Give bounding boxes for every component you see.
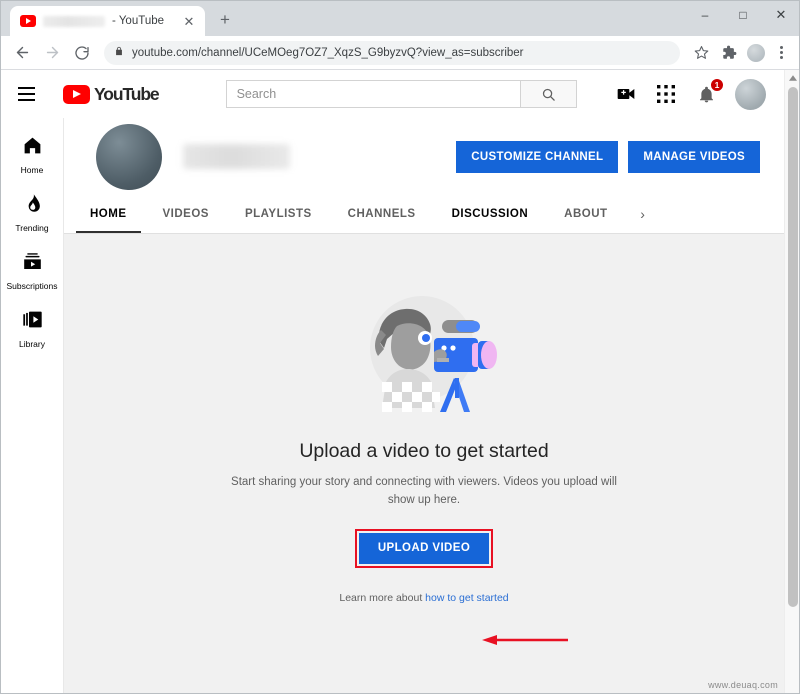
browser-window: - YouTube ✕ + – □ ✕ youtube.com/channel/…	[0, 0, 800, 694]
browser-profile-avatar[interactable]	[747, 43, 765, 62]
flame-icon	[22, 193, 43, 219]
channel-tabs: HOME VIDEOS PLAYLISTS CHANNELS DISCUSSIO…	[64, 195, 784, 234]
tab-title-text: - YouTube	[112, 15, 165, 27]
tab-videos[interactable]: VIDEOS	[145, 195, 227, 233]
browser-titlebar: - YouTube ✕ + – □ ✕	[0, 0, 800, 36]
close-window-button[interactable]: ✕	[762, 0, 800, 30]
browser-tab-youtube[interactable]: - YouTube ✕	[10, 6, 205, 36]
subscriptions-icon	[22, 251, 43, 277]
apps-grid-icon[interactable]	[655, 83, 677, 105]
search-button[interactable]	[519, 80, 577, 108]
youtube-favicon-icon	[20, 15, 36, 27]
new-tab-button[interactable]: +	[211, 6, 239, 34]
sidebar-item-library[interactable]: Library	[0, 300, 64, 358]
sidebar-label-home: Home	[20, 165, 44, 176]
upload-illustration	[342, 286, 507, 414]
bookmark-star-icon[interactable]	[688, 40, 714, 66]
notifications-bell-icon[interactable]: 1	[695, 78, 724, 105]
sidebar-label-library: Library	[19, 339, 45, 350]
youtube-guide-sidebar: Home Trending Subscriptions Library	[0, 118, 64, 694]
extensions-puzzle-icon[interactable]	[716, 40, 742, 66]
create-video-icon[interactable]	[615, 83, 637, 105]
sidebar-item-subscriptions[interactable]: Subscriptions	[0, 242, 64, 300]
browser-toolbar: youtube.com/channel/UCeMOeg7OZ7_XqzS_G9b…	[0, 36, 800, 70]
manage-videos-button[interactable]: MANAGE VIDEOS	[628, 140, 760, 173]
forward-button	[38, 39, 66, 67]
library-icon	[22, 309, 43, 335]
window-controls: – □ ✕	[686, 0, 800, 36]
sidebar-item-trending[interactable]: Trending	[0, 184, 64, 242]
close-tab-icon[interactable]: ✕	[181, 15, 197, 28]
empty-state-title: Upload a video to get started	[299, 440, 549, 462]
learn-more-text: Learn more about how to get started	[339, 592, 508, 604]
url-text: youtube.com/channel/UCeMOeg7OZ7_XqzS_G9b…	[132, 46, 524, 59]
account-avatar[interactable]	[735, 78, 766, 110]
channel-content: CUSTOMIZE CHANNEL MANAGE VIDEOS HOME VID…	[64, 118, 784, 694]
learn-more-prefix: Learn more about	[339, 591, 426, 604]
how-to-get-started-link[interactable]: how to get started	[425, 592, 508, 604]
tab-playlists[interactable]: PLAYLISTS	[227, 195, 330, 233]
reload-button[interactable]	[68, 39, 96, 67]
channel-avatar	[96, 123, 162, 190]
page-viewport: YouTube Search 1 Home Trending Subscript…	[0, 70, 800, 694]
back-button[interactable]	[8, 39, 36, 67]
tab-channels[interactable]: CHANNELS	[330, 195, 434, 233]
sidebar-item-home[interactable]: Home	[0, 126, 64, 184]
page-scrollbar[interactable]	[784, 70, 800, 694]
browser-menu-icon[interactable]	[770, 46, 792, 59]
youtube-play-icon	[63, 84, 90, 104]
channel-header: CUSTOMIZE CHANNEL MANAGE VIDEOS	[64, 118, 784, 195]
search-area: Search	[225, 80, 577, 108]
masthead-actions: 1	[615, 78, 770, 110]
customize-channel-button[interactable]: CUSTOMIZE CHANNEL	[456, 140, 619, 173]
notification-badge: 1	[710, 78, 724, 92]
upload-video-button[interactable]: UPLOAD VIDEO	[358, 532, 490, 564]
empty-state-subtitle: Start sharing your story and connecting …	[231, 476, 617, 506]
empty-state-body: Upload a video to get started Start shar…	[64, 234, 784, 694]
sidebar-label-trending: Trending	[15, 223, 49, 234]
tab-strip: - YouTube ✕ +	[0, 0, 239, 36]
sidebar-label-subscriptions: Subscriptions	[6, 281, 58, 292]
address-bar[interactable]: youtube.com/channel/UCeMOeg7OZ7_XqzS_G9b…	[104, 40, 680, 65]
youtube-masthead: YouTube Search 1	[0, 70, 784, 118]
youtube-logo[interactable]: YouTube	[63, 83, 160, 105]
watermark-text: www.deuaq.com	[708, 680, 778, 690]
channel-name-redacted	[183, 144, 290, 169]
tab-home[interactable]: HOME	[72, 195, 145, 233]
tab-discussion[interactable]: DISCUSSION	[434, 195, 547, 233]
scroll-up-arrow-icon[interactable]	[785, 70, 800, 86]
upload-button-container: UPLOAD VIDEO	[354, 528, 494, 568]
search-placeholder: Search	[236, 87, 277, 101]
maximize-button[interactable]: □	[724, 0, 762, 30]
lock-icon	[114, 44, 124, 62]
guide-menu-icon[interactable]	[18, 82, 42, 106]
scrollbar-thumb[interactable]	[788, 87, 798, 607]
channel-action-buttons: CUSTOMIZE CHANNEL MANAGE VIDEOS	[456, 140, 760, 173]
youtube-logo-text: YouTube	[94, 83, 160, 104]
minimize-button[interactable]: –	[686, 0, 724, 30]
chevron-right-icon[interactable]: ›	[626, 195, 660, 233]
tab-about[interactable]: ABOUT	[546, 195, 625, 233]
tab-title-redacted	[43, 15, 105, 27]
search-input[interactable]: Search	[225, 80, 520, 108]
home-icon	[22, 135, 43, 161]
